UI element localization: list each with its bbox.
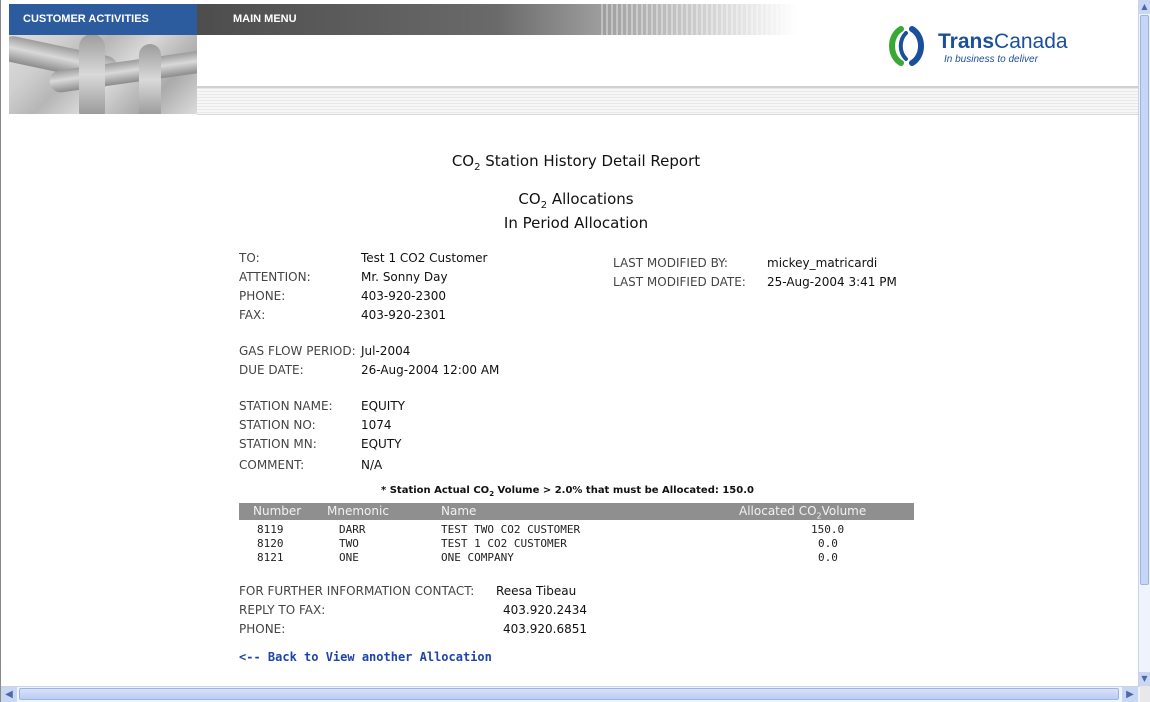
report-subtitle-2: In Period Allocation [503, 214, 649, 232]
modified-by-label: LAST MODIFIED BY: [613, 256, 728, 270]
reply-fax-label: REPLY TO FAX: [239, 603, 326, 617]
logo-tagline: In business to deliver [944, 54, 1038, 65]
scroll-down-icon[interactable]: ▼ [1139, 672, 1150, 686]
col-mnemonic-header: Mnemonic [327, 504, 389, 518]
station-name-label: STATION NAME: [239, 399, 333, 413]
logo-wordmark: TransCanada [938, 30, 1068, 54]
due-date-value: 26-Aug-2004 12:00 AM [361, 363, 500, 377]
col-number-header: Number [253, 504, 302, 518]
logo-name-rest: Canada [994, 30, 1068, 53]
comment-label: COMMENT: [239, 458, 305, 472]
nav-decoration [601, 4, 801, 35]
comment-value: N/A [361, 458, 383, 472]
station-no-value: 1074 [361, 418, 392, 432]
scroll-right-icon[interactable]: ▶ [1122, 687, 1138, 702]
fax-label: FAX: [239, 308, 266, 322]
due-date-label: DUE DATE: [239, 363, 304, 377]
row-name: TEST TWO CO2 CUSTOMER [441, 523, 581, 536]
nav-customer-activities[interactable]: CUSTOMER ACTIVITIES [9, 4, 197, 35]
scroll-corner [1140, 686, 1150, 702]
row-volume: 150.0 [811, 523, 845, 536]
row-name: ONE COMPANY [441, 551, 514, 564]
gas-flow-value: Jul-2004 [361, 344, 411, 358]
further-info-value: Reesa Tibeau [496, 584, 577, 598]
station-no-label: STATION NO: [239, 418, 316, 432]
row-number: 8119 [257, 523, 284, 536]
modified-by-value: mickey_matricardi [767, 256, 878, 270]
modified-date-label: LAST MODIFIED DATE: [613, 275, 746, 289]
report-subtitle: CO2 Allocations [518, 190, 634, 211]
allocation-table-header: Number Mnemonic Name Allocated CO2Volume [239, 503, 914, 520]
row-mnemonic: TWO [339, 537, 359, 550]
row-number: 8121 [257, 551, 284, 564]
table-row: 8119 DARR TEST TWO CO2 CUSTOMER 150.0 [239, 523, 914, 536]
allocation-note: * Station Actual CO2 Volume > 2.0% that … [381, 485, 754, 498]
browser-window: CUSTOMER ACTIVITIES MAIN MENU TransCanad… [0, 0, 1150, 702]
gas-flow-label: GAS FLOW PERIOD: [239, 344, 356, 358]
header-band [197, 88, 1141, 115]
back-link[interactable]: <-- Back to View another Allocation [239, 650, 492, 664]
nav-main-menu-label: MAIN MENU [233, 13, 297, 25]
vertical-scroll-thumb[interactable] [1140, 15, 1149, 585]
reply-fax-value: 403.920.2434 [503, 603, 587, 617]
phone-value: 403-920-2300 [361, 289, 447, 303]
col-name-header: Name [441, 504, 477, 518]
station-mn-label: STATION MN: [239, 437, 317, 451]
horizontal-scrollbar[interactable]: ◀ ▶ [1, 686, 1150, 702]
scroll-left-icon[interactable]: ◀ [1, 687, 17, 702]
station-name-value: EQUITY [361, 399, 406, 413]
horizontal-scroll-thumb[interactable] [19, 688, 1119, 700]
further-info-label: FOR FURTHER INFORMATION CONTACT: [239, 584, 475, 598]
row-name: TEST 1 CO2 CUSTOMER [441, 537, 567, 550]
table-row: 8121 ONE ONE COMPANY 0.0 [239, 551, 914, 564]
vertical-scrollbar[interactable]: ▲ ▼ [1138, 0, 1150, 686]
table-row: 8120 TWO TEST 1 CO2 CUSTOMER 0.0 [239, 537, 914, 550]
scroll-up-icon[interactable]: ▲ [1139, 0, 1150, 14]
row-number: 8120 [257, 537, 284, 550]
report-title: CO2 Station History Detail Report [451, 152, 701, 173]
phone-label: PHONE: [239, 289, 286, 303]
attention-value: Mr. Sonny Day [361, 270, 448, 284]
station-mn-value: EQUTY [361, 437, 402, 451]
footer-phone-label: PHONE: [239, 622, 286, 636]
footer-phone-value: 403.920.6851 [503, 622, 587, 636]
transcanada-swoosh-icon [889, 26, 924, 66]
logo-name-bold: Trans [938, 30, 995, 53]
row-volume: 0.0 [818, 551, 838, 564]
fax-value: 403-920-2301 [361, 308, 447, 322]
attention-label: ATTENTION: [239, 270, 311, 284]
col-volume-header: Allocated CO2Volume [739, 504, 867, 521]
row-volume: 0.0 [818, 537, 838, 550]
to-value: Test 1 CO2 Customer [361, 251, 488, 265]
to-label: TO: [239, 251, 260, 265]
transcanada-logo: TransCanada In business to deliver [886, 24, 1086, 70]
row-mnemonic: ONE [339, 551, 359, 564]
modified-date-value: 25-Aug-2004 3:41 PM [767, 275, 897, 289]
row-mnemonic: DARR [339, 523, 366, 536]
